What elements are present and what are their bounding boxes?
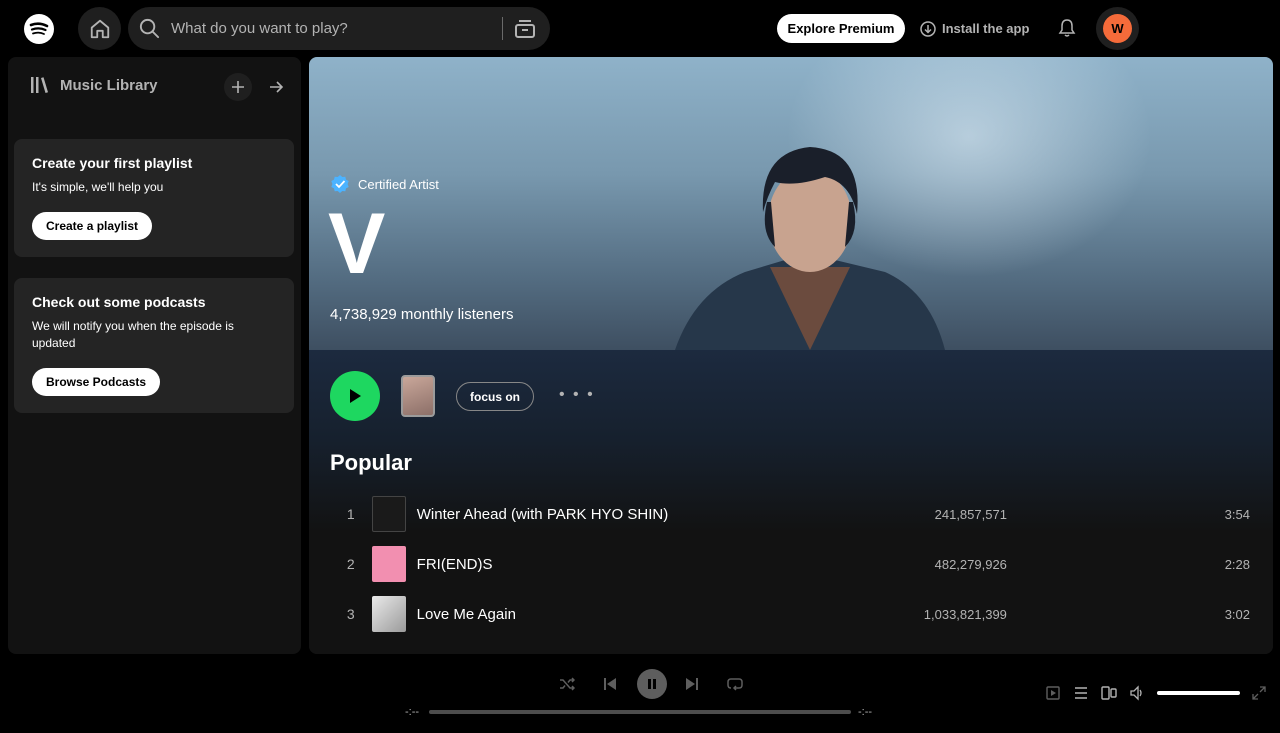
avatar: W bbox=[1103, 14, 1132, 43]
home-button[interactable] bbox=[78, 7, 121, 50]
card-heading: Create your first playlist bbox=[32, 155, 193, 171]
player-bar: -:-- -:-- bbox=[0, 663, 1280, 733]
volume-icon[interactable] bbox=[1129, 685, 1145, 701]
verified-badge-icon bbox=[331, 175, 349, 193]
artist-name: V bbox=[328, 196, 385, 292]
library-title: Music Library bbox=[60, 76, 158, 94]
shuffle-icon bbox=[560, 677, 575, 691]
repeat-icon bbox=[727, 678, 743, 691]
shuffle-button[interactable] bbox=[549, 668, 585, 700]
artist-thumbnail-button[interactable] bbox=[401, 375, 435, 417]
skip-back-icon bbox=[604, 678, 616, 690]
library-sidebar: Music Library Create your first playlist… bbox=[8, 57, 301, 654]
play-button[interactable] bbox=[330, 371, 380, 421]
explore-premium-button[interactable]: Explore Premium bbox=[777, 14, 905, 43]
user-menu-button[interactable]: W bbox=[1096, 7, 1139, 50]
popular-heading: Popular bbox=[330, 450, 412, 475]
progress-bar[interactable] bbox=[429, 710, 851, 714]
track-number: 1 bbox=[346, 506, 355, 522]
connect-device-icon[interactable] bbox=[1101, 685, 1117, 701]
repeat-button[interactable] bbox=[717, 668, 753, 700]
pause-button[interactable] bbox=[637, 669, 667, 699]
library-icon bbox=[31, 77, 48, 93]
track-cover bbox=[371, 596, 406, 632]
track-cover bbox=[371, 496, 406, 532]
monthly-listeners: 4,738,929 monthly listeners bbox=[330, 306, 514, 323]
arrow-right-icon bbox=[270, 81, 284, 93]
track-row[interactable]: 1 Winter Ahead (with PARK HYO SHIN) 241,… bbox=[330, 490, 1250, 538]
library-header[interactable]: Music Library bbox=[30, 75, 158, 95]
pause-icon bbox=[648, 679, 656, 689]
create-playlist-card: Create your first playlist It's simple, … bbox=[14, 139, 294, 257]
track-title[interactable]: FRI(END)S bbox=[417, 556, 805, 573]
expand-library-button[interactable] bbox=[262, 73, 290, 101]
track-number: 3 bbox=[346, 606, 355, 622]
home-icon bbox=[90, 19, 109, 38]
artist-photo bbox=[675, 147, 945, 350]
queue-icon[interactable] bbox=[1073, 685, 1089, 701]
track-number: 2 bbox=[346, 556, 355, 572]
search-icon bbox=[139, 18, 160, 39]
track-row[interactable]: 2 FRI(END)S 482,279,926 2:28 bbox=[330, 540, 1250, 588]
track-duration: 3:54 bbox=[1224, 506, 1250, 522]
track-title[interactable]: Winter Ahead (with PARK HYO SHIN) bbox=[417, 506, 805, 523]
track-cover bbox=[371, 546, 406, 582]
time-elapsed: -:-- bbox=[405, 706, 420, 718]
track-duration: 3:02 bbox=[1224, 606, 1250, 622]
play-icon bbox=[350, 389, 361, 403]
search-bar bbox=[128, 7, 550, 50]
create-playlist-button[interactable]: Create a playlist bbox=[32, 212, 153, 240]
plus-icon bbox=[232, 81, 244, 93]
track-row[interactable]: 3 Love Me Again 1,033,821,399 3:02 bbox=[330, 590, 1250, 638]
fullscreen-icon[interactable] bbox=[1252, 686, 1266, 700]
next-button[interactable] bbox=[674, 668, 710, 700]
podcasts-card: Check out some podcasts We will notify y… bbox=[14, 278, 294, 413]
track-plays: 482,279,926 bbox=[934, 556, 1007, 572]
browse-icon[interactable] bbox=[513, 17, 537, 41]
track-duration: 2:28 bbox=[1224, 556, 1250, 572]
volume-slider[interactable] bbox=[1157, 691, 1240, 695]
top-bar: Explore Premium Install the app W bbox=[0, 0, 1280, 57]
search-divider bbox=[502, 17, 503, 40]
skip-forward-icon bbox=[686, 678, 698, 690]
card-heading: Check out some podcasts bbox=[32, 294, 206, 310]
card-text: It's simple, we'll help you bbox=[32, 180, 164, 194]
spotify-logo-icon[interactable] bbox=[24, 14, 54, 44]
certified-label: Certified Artist bbox=[358, 176, 439, 192]
download-icon bbox=[920, 20, 936, 37]
track-plays: 1,033,821,399 bbox=[923, 606, 1007, 622]
artist-page: Certified Artist V 4,738,929 monthly lis… bbox=[309, 57, 1273, 654]
playback-controls bbox=[549, 668, 760, 700]
artist-header-banner: Certified Artist V 4,738,929 monthly lis… bbox=[309, 57, 1273, 350]
more-options-button[interactable]: • • • bbox=[559, 386, 595, 404]
focus-on-button[interactable]: focus on bbox=[456, 382, 534, 411]
now-playing-view-icon[interactable] bbox=[1045, 685, 1061, 701]
browse-podcasts-button[interactable]: Browse Podcasts bbox=[32, 368, 161, 396]
install-app-label: Install the app bbox=[942, 21, 1030, 36]
artist-content: focus on • • • Popular 1 Winter Ahead (w… bbox=[309, 350, 1273, 654]
install-app-button[interactable]: Install the app bbox=[920, 14, 1029, 43]
card-text: We will notify you when the episode is u… bbox=[32, 319, 234, 350]
track-plays: 241,857,571 bbox=[934, 506, 1007, 522]
notification-bell-icon[interactable] bbox=[1058, 18, 1076, 38]
time-total: -:-- bbox=[858, 706, 873, 718]
create-playlist-plus-button[interactable] bbox=[224, 73, 252, 101]
previous-button[interactable] bbox=[592, 668, 628, 700]
extra-controls bbox=[1045, 685, 1266, 701]
search-input[interactable] bbox=[171, 7, 491, 50]
track-title[interactable]: Love Me Again bbox=[417, 606, 805, 623]
certified-artist-badge: Certified Artist bbox=[330, 174, 439, 194]
